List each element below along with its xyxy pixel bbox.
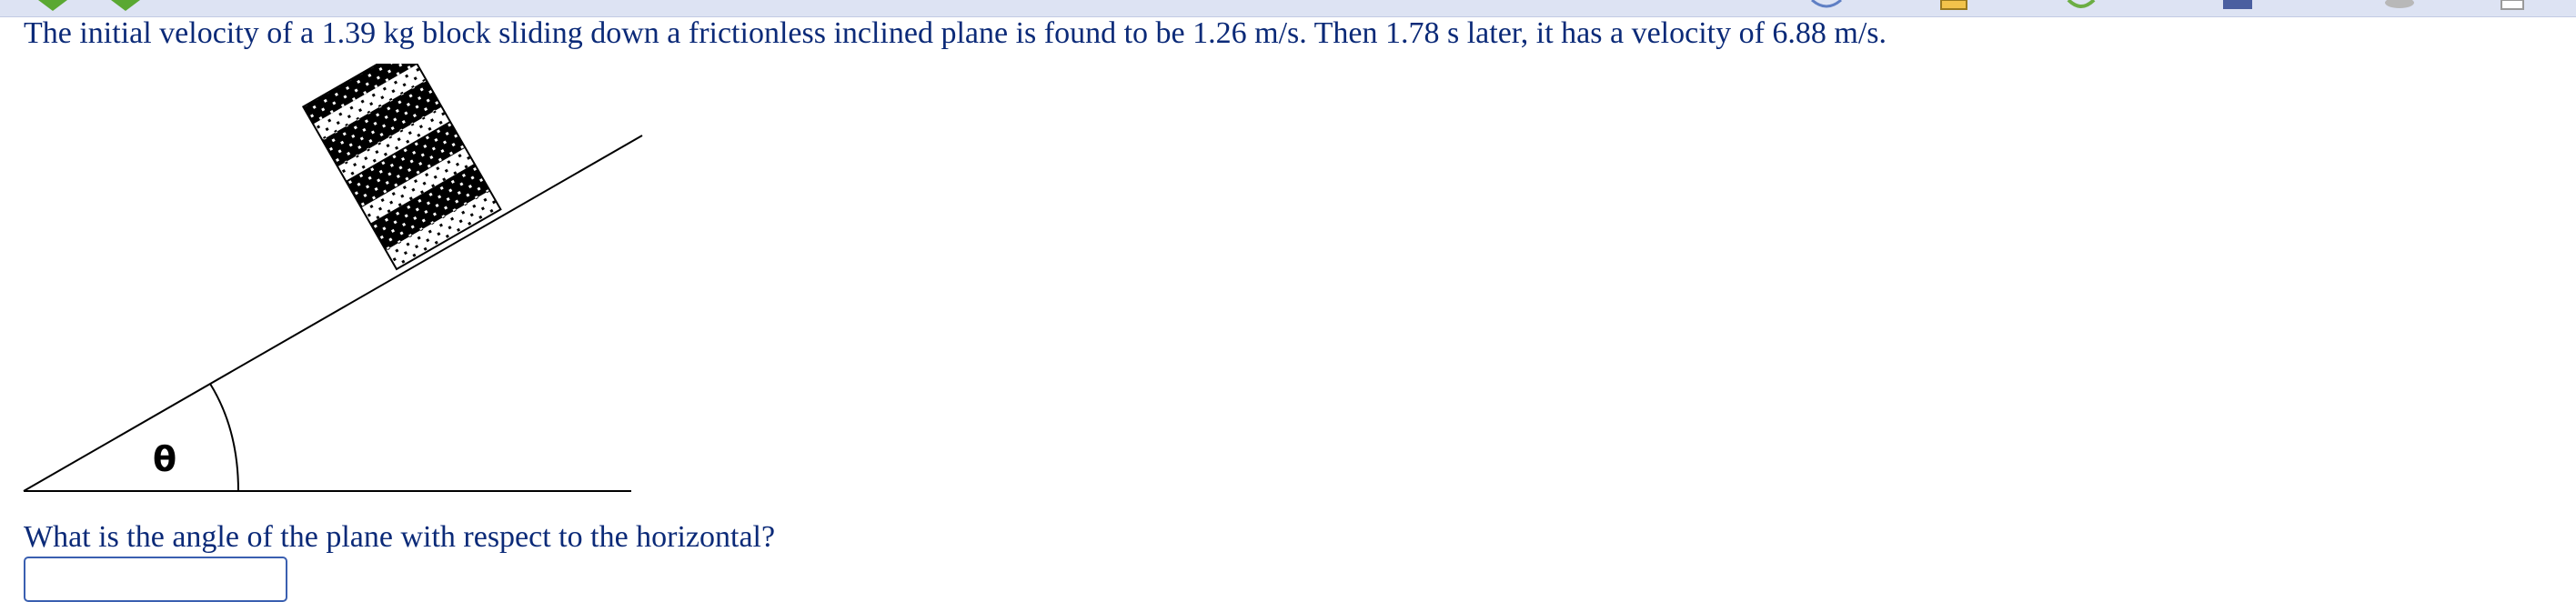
problem-statement: The initial velocity of a 1.39 kg block …	[24, 16, 1887, 50]
back-arrow-icon[interactable]	[35, 0, 71, 13]
angle-arc	[209, 383, 239, 492]
incline-surface-line	[23, 135, 643, 492]
disk-icon[interactable]	[2381, 0, 2418, 13]
page-icon[interactable]	[2494, 0, 2531, 13]
answer-input[interactable]	[24, 557, 287, 602]
printer-icon[interactable]	[2219, 0, 2256, 13]
forward-arrow-icon[interactable]	[107, 0, 144, 13]
angle-label: θ	[153, 439, 176, 479]
question-text: What is the angle of the plane with resp…	[24, 520, 776, 554]
refresh-icon[interactable]	[2063, 0, 2099, 13]
sliding-block	[301, 64, 502, 271]
help-icon[interactable]	[1808, 0, 1845, 13]
inclined-plane-figure: θ	[23, 64, 643, 492]
note-icon[interactable]	[1936, 0, 1972, 13]
